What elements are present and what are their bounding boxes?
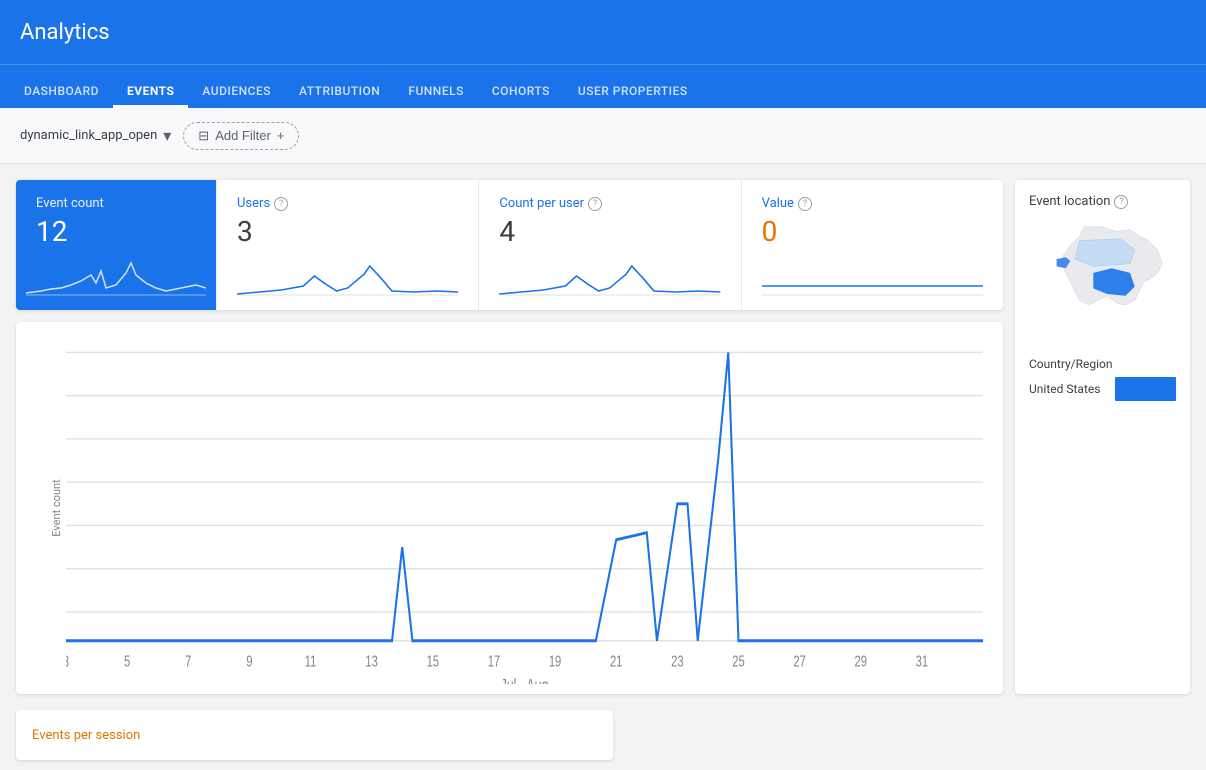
event-count-block: Event count 12 [16, 180, 216, 310]
nav-bar: DASHBOARD EVENTS AUDIENCES ATTRIBUTION F… [0, 64, 1206, 108]
nav-item-cohorts[interactable]: COHORTS [478, 65, 564, 108]
stats-card: Event count 12 Users ? 3 [16, 180, 1003, 310]
events-per-session-label: Events per session [32, 728, 140, 743]
nav-item-user-properties[interactable]: USER PROPERTIES [564, 65, 702, 108]
event-count-label: Event count [36, 196, 196, 211]
nav-item-events[interactable]: EVENTS [113, 65, 188, 108]
svg-text:23: 23 [671, 653, 684, 670]
add-filter-label: Add Filter [215, 128, 271, 143]
count-per-user-label: Count per user ? [499, 196, 720, 211]
app-title: Analytics [20, 20, 110, 45]
add-filter-button[interactable]: ⊟ Add Filter + [183, 122, 299, 150]
svg-text:15: 15 [427, 653, 440, 670]
bottom-right-spacer [625, 710, 1190, 760]
users-mini-chart [237, 256, 458, 300]
top-bar: Analytics [0, 0, 1206, 64]
event-count-value: 12 [36, 215, 196, 248]
svg-text:Jul - Aug: Jul - Aug [501, 676, 549, 684]
event-location-card: Event location ? Country/Region Unite [1015, 180, 1190, 694]
country-name: United States [1029, 382, 1109, 396]
event-count-mini-chart [26, 253, 206, 298]
filter-icon: ⊟ [198, 128, 209, 144]
count-per-user-mini-chart [499, 256, 720, 300]
users-help-icon[interactable]: ? [274, 197, 288, 211]
count-per-user-value: 4 [499, 215, 720, 248]
event-location-help-icon[interactable]: ? [1114, 195, 1128, 209]
svg-text:27: 27 [793, 653, 805, 670]
main-chart-svg: 8 6 4 2 0 3 5 7 9 11 13 15 17 19 [66, 338, 983, 684]
users-value: 3 [237, 215, 458, 248]
svg-text:29: 29 [855, 653, 867, 670]
map-area [1029, 217, 1176, 347]
svg-text:11: 11 [305, 653, 317, 670]
users-label: Users ? [237, 196, 458, 211]
nav-item-funnels[interactable]: FUNNELS [394, 65, 478, 108]
nav-item-audiences[interactable]: AUDIENCES [188, 65, 285, 108]
selected-event-label: dynamic_link_app_open [20, 128, 157, 143]
svg-text:21: 21 [610, 653, 622, 670]
event-selector[interactable]: dynamic_link_app_open ▾ [20, 126, 171, 145]
dropdown-arrow-icon: ▾ [163, 126, 171, 145]
country-bar [1115, 377, 1176, 401]
value-block: Value ? 0 [741, 180, 1003, 310]
svg-text:7: 7 [185, 653, 191, 670]
chart-y-axis-label: Event count [50, 479, 63, 536]
right-panel: Event location ? Country/Region Unite [1015, 180, 1190, 694]
value-value: 0 [762, 215, 983, 248]
count-per-user-help-icon[interactable]: ? [588, 197, 602, 211]
country-region-label: Country/Region [1029, 357, 1176, 371]
value-help-icon[interactable]: ? [798, 197, 812, 211]
svg-text:5: 5 [124, 653, 131, 670]
main-chart-card: Event count 8 6 4 2 0 [16, 322, 1003, 694]
left-panel: Event count 12 Users ? 3 [16, 180, 1003, 694]
svg-text:25: 25 [732, 653, 745, 670]
svg-text:3: 3 [66, 653, 69, 670]
svg-text:19: 19 [549, 653, 561, 670]
svg-text:9: 9 [246, 653, 252, 670]
filter-bar: dynamic_link_app_open ▾ ⊟ Add Filter + [0, 108, 1206, 164]
country-bar-row: United States [1029, 377, 1176, 401]
svg-text:17: 17 [488, 653, 500, 670]
svg-text:31: 31 [916, 653, 928, 670]
nav-item-dashboard[interactable]: DASHBOARD [10, 65, 113, 108]
nav-item-attribution[interactable]: ATTRIBUTION [285, 65, 394, 108]
count-per-user-block: Count per user ? 4 [478, 180, 740, 310]
event-location-title: Event location ? [1029, 194, 1176, 209]
add-filter-plus-icon: + [277, 128, 285, 143]
svg-text:13: 13 [365, 653, 378, 670]
main-content: Event count 12 Users ? 3 [0, 164, 1206, 710]
users-block: Users ? 3 [216, 180, 478, 310]
bottom-section: Events per session [0, 710, 1206, 770]
value-label: Value ? [762, 196, 983, 211]
value-mini-chart [762, 256, 983, 300]
events-per-session-card: Events per session [16, 710, 613, 760]
